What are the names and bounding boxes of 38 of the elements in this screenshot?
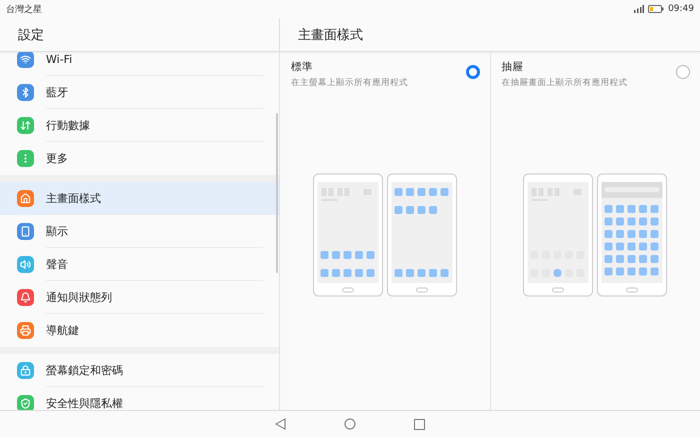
- item-label: 通知與狀態列: [46, 290, 112, 305]
- settings-item[interactable]: 通知與狀態列: [0, 281, 279, 314]
- item-label: 顯示: [46, 224, 68, 239]
- settings-item[interactable]: 更多: [0, 142, 279, 175]
- style-option[interactable]: 標準 在主螢幕上顯示所有應用程式: [280, 52, 490, 410]
- item-label: 行動數據: [46, 118, 90, 133]
- style-option[interactable]: 抽屜 在抽屜畫面上顯示所有應用程式: [490, 52, 700, 410]
- settings-item[interactable]: 螢幕鎖定和密碼: [0, 354, 279, 387]
- item-label: 螢幕鎖定和密碼: [46, 363, 123, 378]
- radio-button[interactable]: [676, 65, 690, 79]
- page-title: 主畫面樣式: [280, 18, 700, 52]
- option-description: 在主螢幕上顯示所有應用程式: [291, 77, 408, 89]
- carrier-name: 台灣之星: [6, 4, 42, 16]
- item-label: 更多: [46, 151, 68, 166]
- settings-item[interactable]: Wi-Fi: [0, 52, 279, 76]
- option-description: 在抽屜畫面上顯示所有應用程式: [502, 77, 628, 89]
- item-label: 聲音: [46, 257, 68, 272]
- settings-item[interactable]: 顯示: [0, 215, 279, 248]
- clock-time: 09:49: [668, 4, 694, 14]
- item-label: 藍牙: [46, 85, 68, 100]
- home-icon[interactable]: [344, 418, 356, 430]
- item-label: 導航鍵: [46, 323, 79, 338]
- item-label: 主畫面樣式: [46, 191, 101, 206]
- battery-icon: [648, 5, 664, 13]
- back-icon[interactable]: [275, 418, 286, 430]
- sidebar-title: 設定: [0, 18, 279, 52]
- recents-icon[interactable]: [414, 418, 425, 430]
- item-label: Wi-Fi: [46, 53, 72, 66]
- settings-item[interactable]: 行動數據: [0, 109, 279, 142]
- settings-item[interactable]: 藍牙: [0, 76, 279, 109]
- item-label: 安全性與隱私權: [46, 396, 123, 410]
- settings-item[interactable]: 聲音: [0, 248, 279, 281]
- settings-item[interactable]: 導航鍵: [0, 314, 279, 347]
- signal-icon: [634, 5, 644, 13]
- radio-button[interactable]: [466, 65, 480, 79]
- settings-item[interactable]: 主畫面樣式: [0, 182, 279, 215]
- option-title: 標準: [291, 60, 314, 74]
- option-title: 抽屜: [502, 60, 524, 74]
